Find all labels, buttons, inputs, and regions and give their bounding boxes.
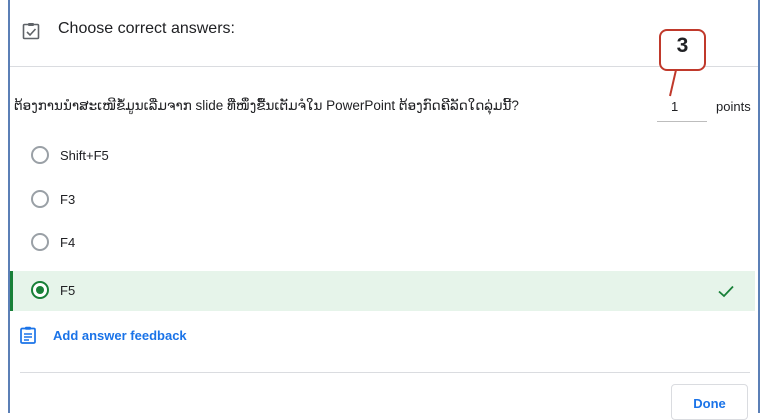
- assignment-check-icon: [22, 23, 40, 40]
- header-title: Choose correct answers:: [58, 20, 235, 37]
- callout-number: 3: [676, 34, 689, 57]
- answer-option[interactable]: F4: [10, 223, 755, 263]
- callout-badge: 3: [659, 29, 706, 71]
- footer-divider: [20, 372, 750, 373]
- done-button[interactable]: Done: [671, 384, 748, 420]
- question-header: Choose correct answers:: [10, 0, 758, 66]
- points-value: 1: [671, 99, 679, 114]
- feedback-icon: [20, 326, 36, 344]
- answer-option-correct[interactable]: F5: [10, 271, 755, 311]
- radio-button[interactable]: [31, 233, 49, 251]
- radio-button[interactable]: [31, 146, 49, 164]
- radio-button[interactable]: [31, 190, 49, 208]
- points-label: points: [716, 99, 751, 114]
- answer-option-label: F5: [60, 283, 76, 298]
- correct-indicator-bar: [10, 271, 13, 311]
- add-answer-feedback-label: Add answer feedback: [53, 328, 187, 343]
- radio-button-checked[interactable]: [31, 281, 49, 299]
- points-input[interactable]: 1: [657, 95, 707, 122]
- header-divider: [10, 66, 758, 67]
- answer-option[interactable]: Shift+F5: [10, 136, 755, 176]
- answer-option-label: Shift+F5: [60, 148, 109, 163]
- done-button-label: Done: [693, 396, 726, 411]
- answer-option[interactable]: F3: [10, 180, 755, 220]
- answer-option-label: F3: [60, 192, 76, 207]
- question-text: ຕ້ອງການນຳສະເໜີຂໍ້ມູນເລີ່ມຈາກ slide ທີ່ໜຶ…: [14, 98, 519, 113]
- answer-option-label: F4: [60, 235, 76, 250]
- add-answer-feedback-link[interactable]: Add answer feedback: [20, 324, 320, 346]
- window-frame-right: [758, 0, 760, 413]
- checkmark-icon: [718, 285, 734, 298]
